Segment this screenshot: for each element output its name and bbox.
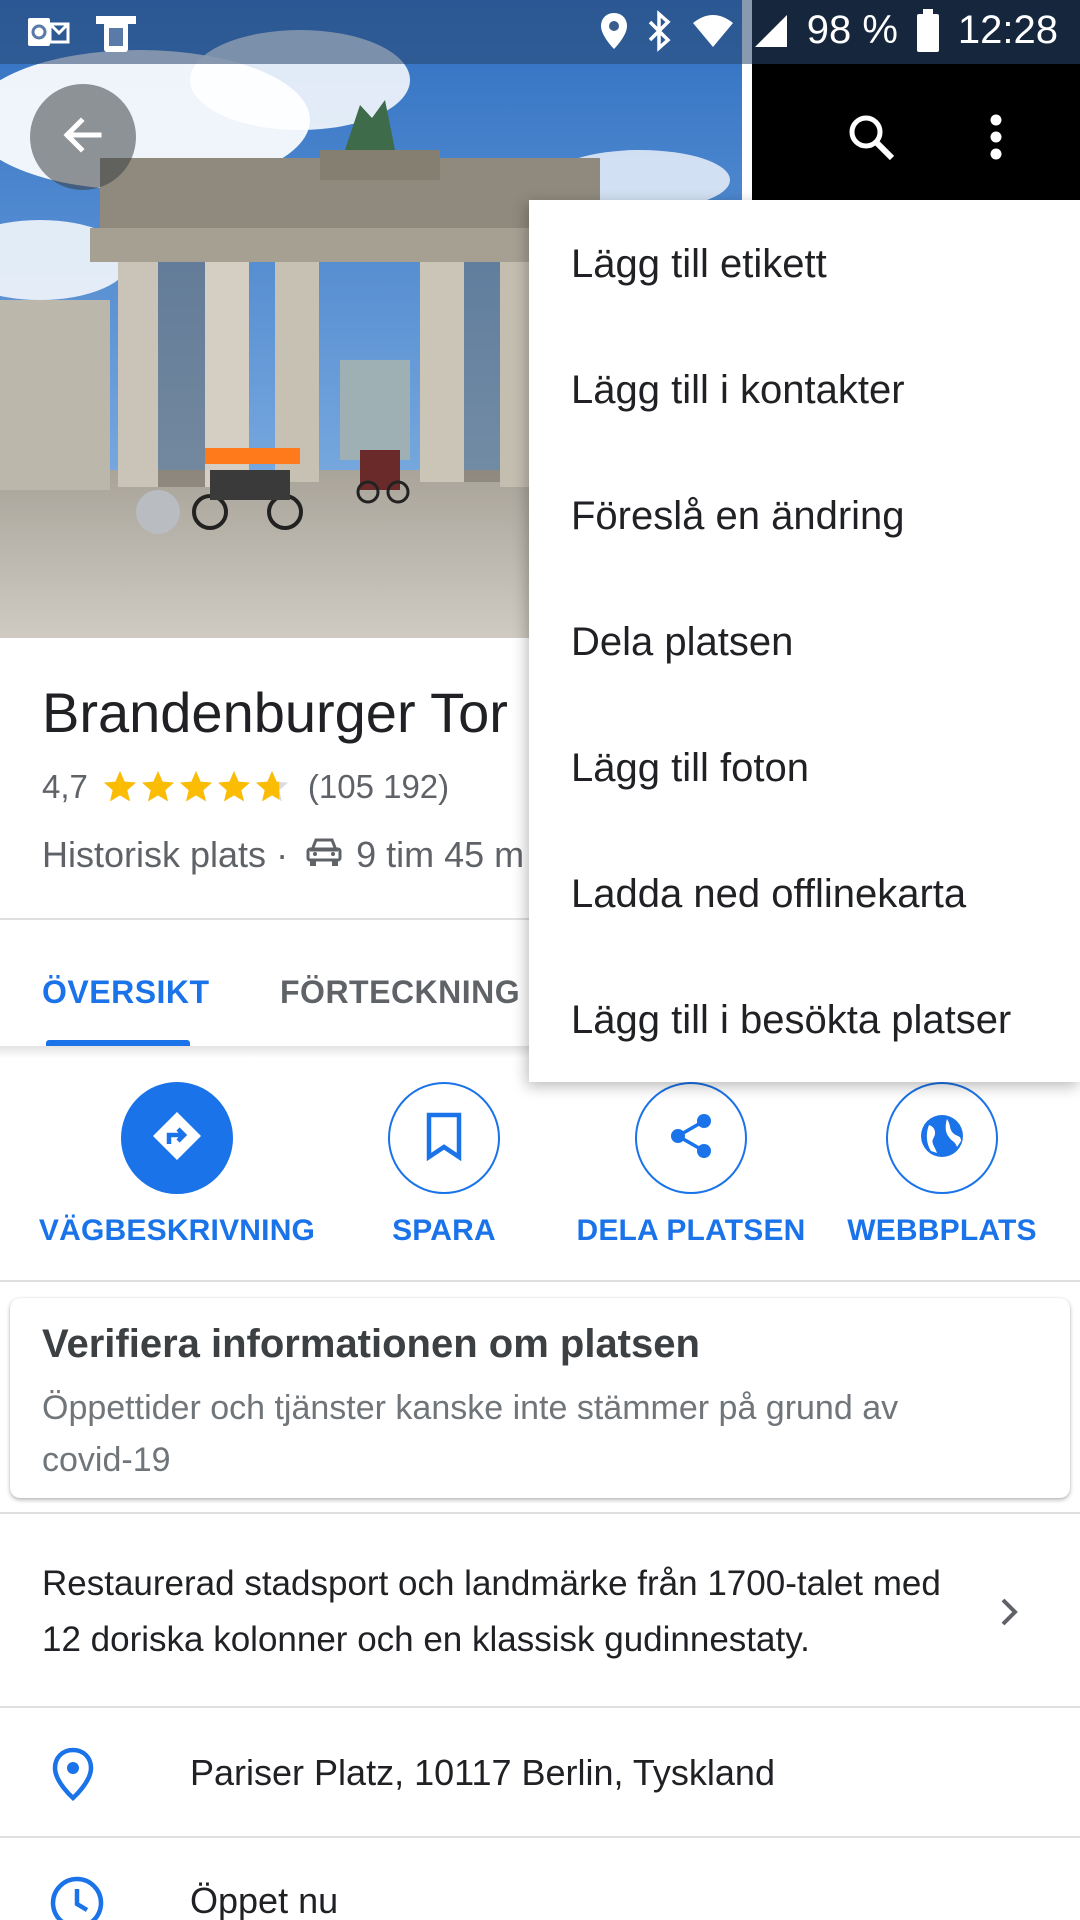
clock: 12:28 xyxy=(957,8,1058,52)
star-icon xyxy=(179,771,212,802)
clock-icon xyxy=(48,1874,106,1920)
tab-list[interactable]: FÖRTECKNING xyxy=(280,974,520,1011)
share-icon xyxy=(666,1111,716,1166)
star-icon xyxy=(255,771,288,802)
divider xyxy=(0,1706,1080,1708)
globe-icon xyxy=(917,1111,967,1166)
search-icon xyxy=(846,112,896,167)
website-icon-circle xyxy=(886,1082,998,1194)
verify-info-card[interactable]: Verifiera informationen om platsen Öppet… xyxy=(10,1298,1070,1498)
bookmark-icon xyxy=(424,1111,464,1166)
directions-button[interactable]: VÄGBESKRIVNING xyxy=(39,1082,315,1248)
review-count: (105 192) xyxy=(307,768,450,805)
drive-time: 9 tim 45 m xyxy=(356,834,525,875)
menu-item-add-label[interactable]: Lägg till etikett xyxy=(571,224,827,304)
device-notification-icon xyxy=(92,12,140,59)
cellular-signal-icon xyxy=(753,13,789,49)
directions-icon-circle xyxy=(121,1082,233,1194)
place-title: Brandenburger Tor xyxy=(42,681,508,744)
share-button[interactable]: DELA PLATSEN xyxy=(571,1082,811,1248)
save-icon-circle xyxy=(388,1082,500,1194)
search-button[interactable] xyxy=(836,104,906,174)
more-options-button[interactable] xyxy=(972,104,1020,174)
arrow-back-icon xyxy=(59,111,107,164)
location-pin-icon xyxy=(48,1746,98,1807)
star-icon xyxy=(141,771,174,802)
directions-icon xyxy=(149,1108,205,1169)
bluetooth-icon xyxy=(647,9,673,52)
divider xyxy=(0,1280,1080,1282)
save-button[interactable]: SPARA xyxy=(324,1082,564,1248)
meta-row: Historisk plats · 9 tim 45 m xyxy=(42,834,524,876)
rating-stars xyxy=(102,769,292,805)
category: Historisk plats xyxy=(42,834,267,875)
more-vert-icon xyxy=(989,114,1003,165)
star-icon xyxy=(217,771,250,802)
divider xyxy=(0,1512,1080,1514)
overflow-menu: Lägg till etikett Lägg till i kontakter … xyxy=(529,200,1080,1082)
rating-row[interactable]: 4,7 (105 192) xyxy=(42,768,449,806)
back-button[interactable] xyxy=(30,84,136,190)
battery-icon xyxy=(916,8,940,53)
save-label: SPARA xyxy=(392,1214,496,1247)
location-icon xyxy=(599,11,629,51)
menu-item-add-to-contacts[interactable]: Lägg till i kontakter xyxy=(571,350,905,430)
wifi-icon xyxy=(691,13,735,49)
tab-overview[interactable]: ÖVERSIKT xyxy=(42,974,210,1011)
star-icon xyxy=(103,771,136,802)
divider xyxy=(0,1836,1080,1838)
share-icon-circle xyxy=(635,1082,747,1194)
car-icon xyxy=(306,834,342,876)
battery-percent: 98 % xyxy=(806,8,898,52)
status-bar: 98 % 12:28 xyxy=(0,0,1080,64)
menu-item-suggest-edit[interactable]: Föreslå en ändring xyxy=(571,476,905,556)
verify-title: Verifiera informationen om platsen xyxy=(42,1322,700,1366)
menu-item-share-place[interactable]: Dela platsen xyxy=(571,602,793,682)
menu-item-download-offline-map[interactable]: Ladda ned offlinekarta xyxy=(571,854,966,934)
chevron-right-icon[interactable] xyxy=(994,1592,1024,1637)
action-buttons: VÄGBESKRIVNING SPARA DELA PLATSEN WEBBPL… xyxy=(0,1058,1080,1282)
menu-item-add-photos[interactable]: Lägg till foton xyxy=(571,728,809,808)
menu-item-add-to-visited[interactable]: Lägg till i besökta platser xyxy=(571,980,1011,1060)
share-label: DELA PLATSEN xyxy=(576,1214,806,1247)
outlook-notification-icon xyxy=(26,12,70,59)
directions-label: VÄGBESKRIVNING xyxy=(38,1214,316,1247)
verify-text: Öppettider och tjänster kanske inte stäm… xyxy=(42,1389,899,1479)
website-label: WEBBPLATS xyxy=(847,1214,1037,1247)
address[interactable]: Pariser Platz, 10117 Berlin, Tyskland xyxy=(190,1752,775,1794)
meta-separator: · xyxy=(276,834,289,875)
website-button[interactable]: WEBBPLATS xyxy=(822,1082,1062,1248)
opening-hours[interactable]: Öppet nu xyxy=(190,1880,338,1920)
rating-value: 4,7 xyxy=(42,768,88,805)
place-description[interactable]: Restaurerad stadsport och landmärke från… xyxy=(42,1556,962,1668)
